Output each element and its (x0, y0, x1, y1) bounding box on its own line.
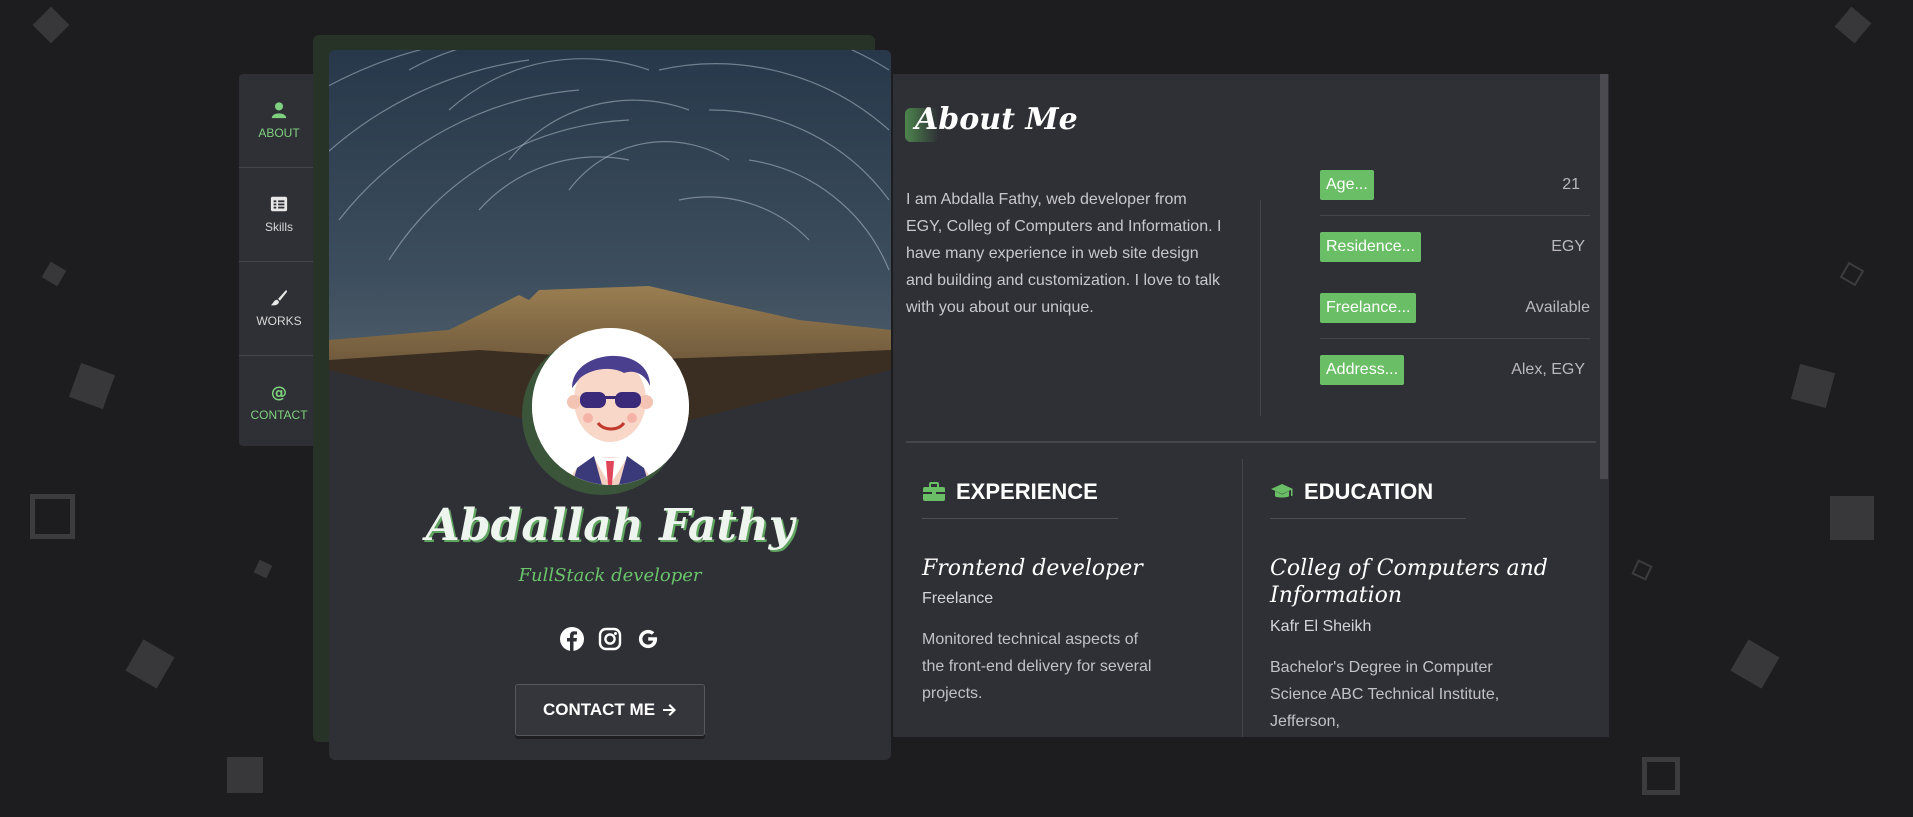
bg-square (227, 757, 263, 793)
column-divider (1242, 459, 1243, 737)
about-panel: About Me I am Abdalla Fathy, web develop… (893, 74, 1609, 737)
info-row-residence: Residence... EGY (1320, 216, 1590, 277)
user-icon (271, 102, 287, 119)
bg-square (32, 6, 70, 44)
education-heading: EDUCATION (1270, 479, 1433, 505)
svg-text:@: @ (271, 383, 287, 401)
experience-heading: EXPERIENCE (922, 479, 1098, 505)
info-value: 21 (1562, 175, 1580, 193)
bg-square (253, 559, 273, 579)
contact-me-button[interactable]: CONTACT ME (515, 684, 705, 736)
bg-square (68, 362, 116, 410)
info-key: Freelance... (1320, 292, 1417, 323)
profile-role: FullStack developer (518, 565, 702, 586)
arrow-right-icon (663, 704, 677, 716)
bg-square (1834, 6, 1872, 44)
social-links (329, 626, 891, 652)
bg-square-outline (1631, 559, 1653, 581)
nav-item-label: CONTACT (250, 408, 308, 422)
experience-subtitle: Freelance (922, 590, 994, 607)
experience-description: Monitored technical aspects of the front… (922, 631, 1152, 702)
section-divider (906, 441, 1596, 443)
info-row-age: Age... 21 (1320, 154, 1590, 216)
side-navigation: ABOUT Skills WORKS @ CONTACT (239, 74, 319, 446)
experience-title: Frontend developer (922, 556, 1143, 581)
bg-square (41, 261, 67, 287)
bg-square (1730, 639, 1780, 689)
avatar (532, 328, 689, 485)
education-heading-label: EDUCATION (1304, 479, 1434, 504)
education-title: Colleg of Computers and Information (1270, 556, 1548, 608)
nav-item-contact[interactable]: @ CONTACT (239, 356, 319, 449)
info-value: Alex, EGY (1511, 360, 1585, 378)
info-value: EGY (1551, 237, 1585, 255)
about-title: About Me (915, 102, 1078, 137)
nav-item-works[interactable]: WORKS (239, 262, 319, 356)
experience-heading-label: EXPERIENCE (956, 479, 1098, 504)
info-row-address: Address... Alex, EGY (1320, 339, 1590, 400)
instagram-icon[interactable] (597, 626, 623, 652)
heading-underline (1270, 518, 1466, 519)
at-icon: @ (271, 383, 287, 401)
info-row-freelance: Freelance... Available (1320, 277, 1590, 339)
education-subtitle: Kafr El Sheikh (1270, 618, 1372, 635)
bg-square (125, 639, 175, 689)
nav-item-label: ABOUT (258, 126, 300, 140)
nav-item-label: WORKS (256, 314, 302, 328)
info-value: Available (1525, 298, 1590, 316)
bg-square-outline (1839, 261, 1865, 287)
bg-square-outline (30, 494, 75, 539)
info-divider (1260, 200, 1261, 416)
bg-square (1830, 496, 1874, 540)
graduation-cap-icon (1271, 484, 1293, 498)
contact-me-label: CONTACT ME (542, 700, 656, 719)
facebook-icon[interactable] (559, 626, 585, 652)
nav-item-skills[interactable]: Skills (239, 168, 319, 262)
scrollbar[interactable] (1600, 74, 1608, 479)
education-description: Bachelor's Degree in Computer Science AB… (1270, 659, 1500, 730)
heading-underline (922, 518, 1118, 519)
google-icon[interactable] (635, 626, 661, 652)
nav-item-label: Skills (264, 220, 293, 234)
bg-square (1790, 363, 1836, 409)
info-key: Age... (1320, 169, 1374, 200)
bg-square-outline (1642, 757, 1680, 795)
nav-item-about[interactable]: ABOUT (239, 74, 319, 168)
info-key: Residence... (1320, 231, 1421, 262)
about-text: I am Abdalla Fathy, web developer from E… (906, 191, 1222, 316)
profile-name: Abdallah Fathy (425, 500, 795, 551)
brush-icon (270, 289, 288, 306)
info-key: Address... (1320, 354, 1405, 385)
list-icon (270, 196, 288, 212)
briefcase-icon (923, 482, 945, 501)
profile-card: Abdallah Fathy FullStack developer CONTA… (329, 50, 891, 760)
